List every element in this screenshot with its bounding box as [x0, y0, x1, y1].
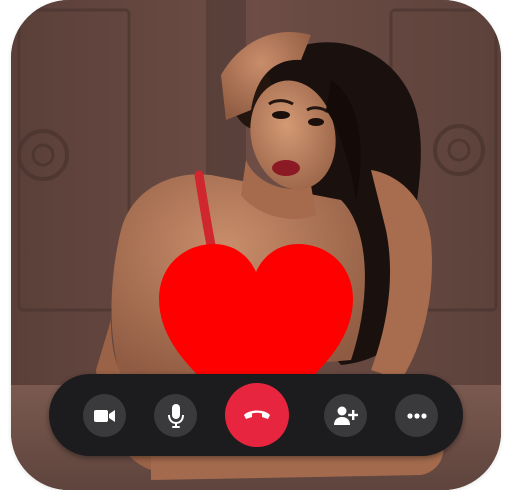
add-person-button[interactable]	[324, 394, 367, 437]
call-controls-bar	[49, 374, 463, 456]
more-options-icon	[406, 412, 427, 419]
end-call-icon	[242, 406, 272, 425]
video-toggle-button[interactable]	[83, 394, 126, 437]
mute-button[interactable]	[154, 394, 197, 437]
more-options-button[interactable]	[395, 394, 438, 437]
video-camera-icon	[93, 408, 116, 424]
end-call-button[interactable]	[225, 383, 289, 447]
add-person-icon	[333, 406, 358, 426]
microphone-icon	[167, 403, 184, 428]
video-call-screen	[11, 0, 501, 490]
